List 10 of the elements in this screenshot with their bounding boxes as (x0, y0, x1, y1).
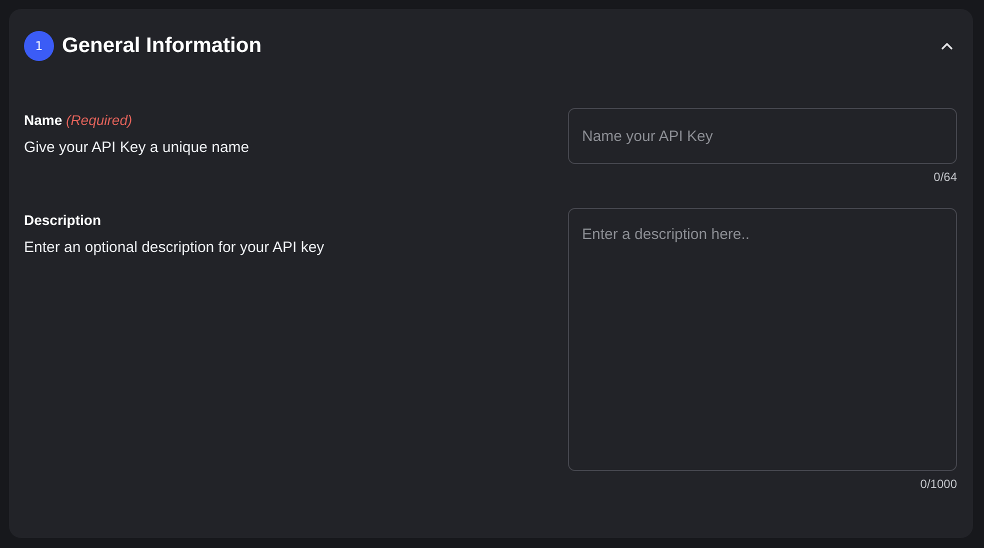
textarea-field[interactable]: Enter a description here.. (568, 208, 957, 471)
field-description: Give your API Key a unique name (24, 139, 250, 156)
field-label: Description (24, 212, 102, 228)
section-title: General Information (62, 34, 263, 58)
step-number-badge: 1 (24, 31, 54, 61)
text-input-field[interactable]: Name your API Key (568, 108, 957, 164)
character-counter: 0/64 (934, 170, 957, 184)
field-description: Enter an optional description for your API key (24, 239, 324, 256)
field-label: Name (Required) (24, 112, 134, 128)
character-counter: 0/1000 (920, 477, 957, 491)
